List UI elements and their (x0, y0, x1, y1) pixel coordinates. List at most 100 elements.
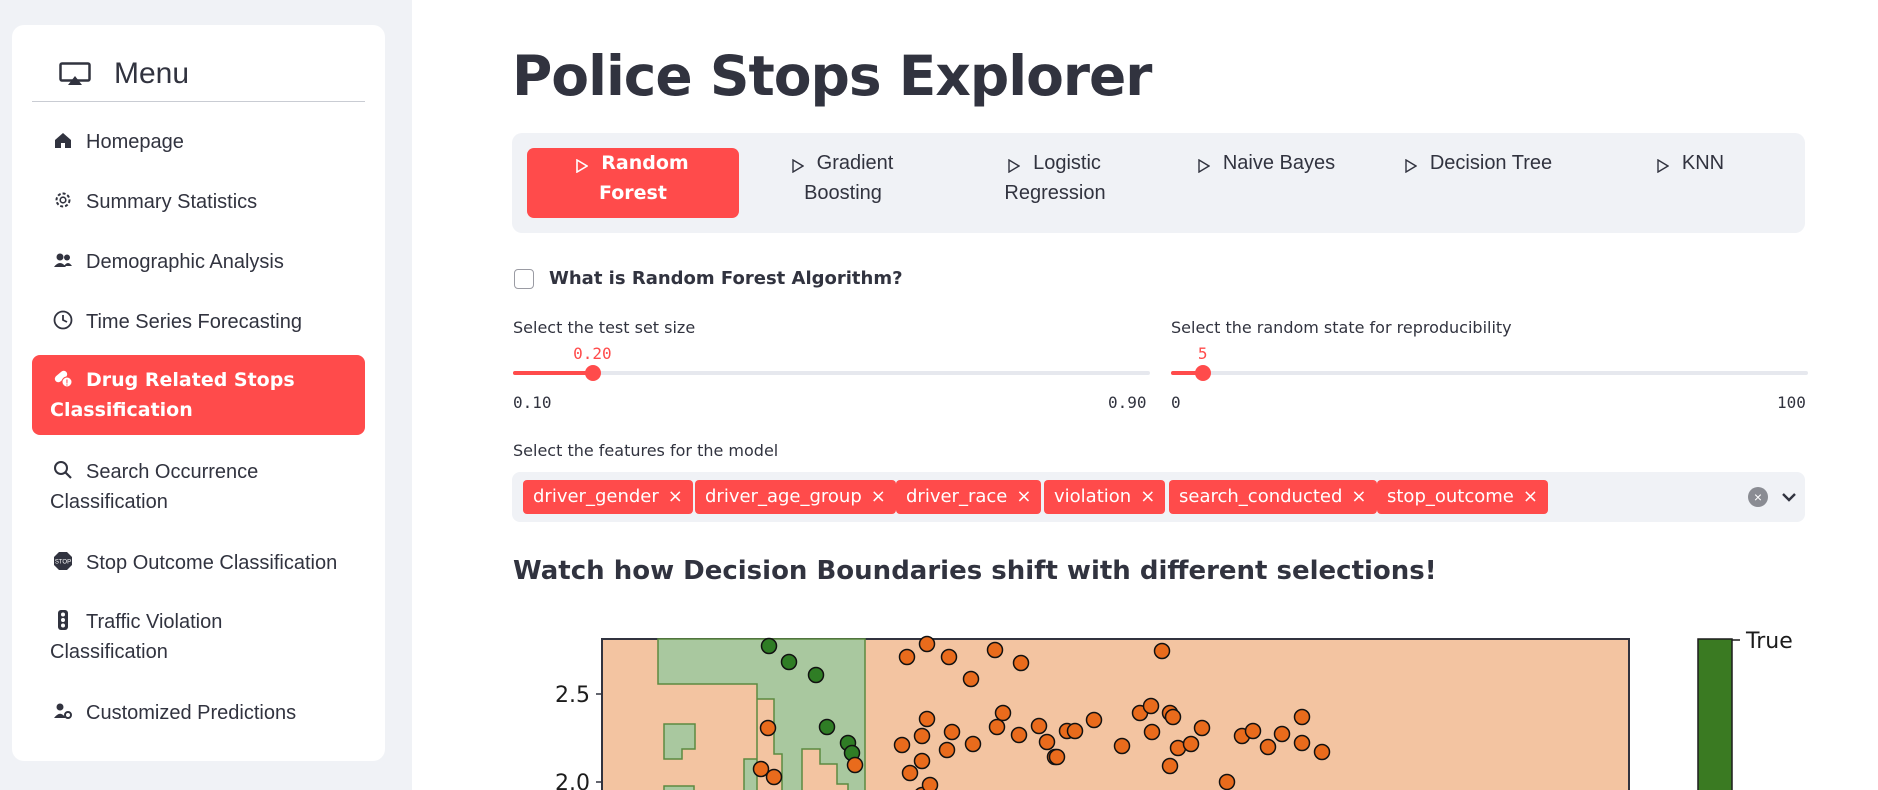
screen-cast-icon (59, 62, 91, 85)
scatter-point-false (1293, 734, 1311, 752)
sidebar-item-search-occurrence[interactable]: Search Occurrence Classification (32, 457, 365, 517)
scatter-point-false (759, 719, 777, 737)
y-tick-label: 2.5 (555, 683, 590, 708)
explain-checkbox-label: What is Random Forest Algorithm? (549, 268, 903, 289)
menu-title: Menu (114, 57, 190, 90)
sidebar-item-stop-outcome[interactable]: STOP Stop Outcome Classification (32, 548, 365, 578)
scatter-point-false (765, 768, 783, 786)
chip-remove-icon[interactable]: × (871, 486, 886, 507)
tab-label-line2: Forest (599, 182, 667, 204)
tab-gradient-boosting[interactable]: Gradient Boosting (737, 148, 949, 218)
sidebar-item-label: Stop Outcome Classification (86, 552, 338, 574)
colorbar-label: True (1745, 629, 1793, 654)
scatter-point-false (1164, 708, 1182, 726)
tab-label-line1: Naive Bayes (1222, 152, 1336, 174)
test-size-value: 0.20 (573, 344, 612, 363)
scatter-point-false (1010, 726, 1028, 744)
scatter-point-false (988, 718, 1006, 736)
scatter-point-false (913, 727, 931, 745)
chip-remove-icon[interactable]: × (668, 486, 683, 507)
scatter-point-false (918, 710, 936, 728)
scatter-point-false (986, 641, 1004, 659)
chip-remove-icon[interactable]: × (1140, 486, 1155, 507)
tab-label-line1: Random (601, 152, 689, 174)
tab-label-line1: Gradient (816, 152, 894, 174)
explain-checkbox[interactable] (514, 268, 534, 289)
features-multiselect[interactable]: driver_gender × driver_age_group × driver_… (512, 472, 1805, 522)
sidebar-item-label-line2: Classification (50, 491, 168, 513)
chip-remove-icon[interactable]: × (1351, 486, 1366, 507)
clock-icon (52, 309, 74, 330)
test-size-min: 0.10 (513, 393, 552, 412)
chip-remove-icon[interactable]: × (1016, 486, 1031, 507)
chip-remove-icon[interactable]: × (1523, 486, 1538, 507)
sidebar-item-label-line1: Search Occurrence (86, 461, 259, 483)
scatter-point-false (1182, 735, 1200, 753)
tab-label-line1: Decision Tree (1429, 152, 1553, 174)
sidebar-item-summary-statistics[interactable]: Summary Statistics (32, 187, 365, 217)
tab-label-line1: KNN (1681, 152, 1725, 174)
scatter-point-false (1066, 722, 1084, 740)
tab-label-line1: Logistic (1033, 152, 1101, 174)
scatter-point-false (1244, 722, 1262, 740)
scatter-point-false (1259, 738, 1277, 756)
test-size-slider-fill (513, 371, 593, 375)
random-state-min: 0 (1171, 393, 1181, 412)
chip-label: driver_age_group (705, 486, 862, 507)
house-icon (52, 129, 74, 149)
sidebar-item-time-series-forecasting[interactable]: Time Series Forecasting (32, 307, 365, 337)
feature-chip: driver_age_group × (695, 480, 896, 514)
explain-checkbox-row[interactable]: What is Random Forest Algorithm? (514, 268, 903, 289)
decision-boundary-plot: 2.5 2.0 True (555, 629, 1793, 790)
section-heading: Watch how Decision Boundaries shift with… (513, 556, 1437, 586)
test-size-slider-track[interactable] (513, 371, 1150, 375)
scatter-point-false (918, 635, 936, 653)
random-state-label: Select the random state for reproducibil… (1171, 318, 1512, 337)
sidebar-item-homepage[interactable]: Homepage (32, 127, 365, 157)
scatter-point-false (938, 741, 956, 759)
scatter-point-false (994, 704, 1012, 722)
sidebar-item-drug-related-stops[interactable]: ! Drug Related Stops Classification (32, 355, 365, 435)
random-state-slider-thumb[interactable] (1194, 365, 1211, 381)
scatter-point-false (943, 723, 961, 741)
sidebar-item-label-line2: Classification (50, 641, 168, 663)
tab-label-line2: Regression (1004, 182, 1106, 204)
chip-label: driver_gender (533, 486, 659, 507)
capsule-icon: ! (52, 367, 74, 388)
tab-random-forest[interactable]: Random Forest (527, 148, 739, 218)
tab-decision-tree[interactable]: Decision Tree (1373, 148, 1585, 218)
sidebar-item-label: Summary Statistics (86, 191, 258, 213)
traffic-light-icon (52, 609, 74, 630)
svg-text:!: ! (66, 379, 69, 388)
sidebar-item-traffic-violation[interactable]: Traffic Violation Classification (32, 607, 365, 667)
scatter-point-false (1313, 743, 1331, 761)
model-tab-bar: Random Forest Gradient Boosting Logistic… (512, 133, 1805, 233)
scatter-point-true (807, 666, 825, 684)
tab-logistic-regression[interactable]: Logistic Regression (949, 148, 1161, 218)
search-icon (52, 459, 74, 479)
sidebar-item-label: Time Series Forecasting (86, 311, 302, 333)
tab-naive-bayes[interactable]: Naive Bayes (1161, 148, 1373, 218)
random-state-slider-track[interactable] (1171, 371, 1808, 375)
tab-knn[interactable]: KNN (1585, 148, 1797, 218)
plot-region-green (663, 785, 695, 790)
y-tick-label: 2.0 (555, 771, 590, 790)
feature-chip: driver_race × (896, 480, 1042, 514)
scatter-point-false (1048, 748, 1066, 766)
chevron-down-icon[interactable] (1777, 485, 1801, 509)
page-title: Police Stops Explorer (512, 44, 1152, 108)
sidebar-item-label: Customized Predictions (86, 702, 297, 724)
scatter-point-false (898, 648, 916, 666)
scatter-point-false (1143, 723, 1161, 741)
sidebar-item-customized-predictions[interactable]: Customized Predictions (32, 698, 365, 728)
scatter-point-false (893, 736, 911, 754)
test-size-slider-thumb[interactable] (584, 365, 601, 381)
person-gear-icon (52, 700, 74, 720)
stop-sign-icon: STOP (52, 550, 74, 570)
scatter-point-false (1161, 757, 1179, 775)
scatter-point-true (818, 718, 836, 736)
scatter-point-false (1030, 717, 1048, 735)
sidebar-item-demographic-analysis[interactable]: Demographic Analysis (32, 247, 365, 277)
clear-all-icon[interactable]: × (1748, 487, 1768, 507)
chip-label: driver_race (906, 486, 1008, 507)
